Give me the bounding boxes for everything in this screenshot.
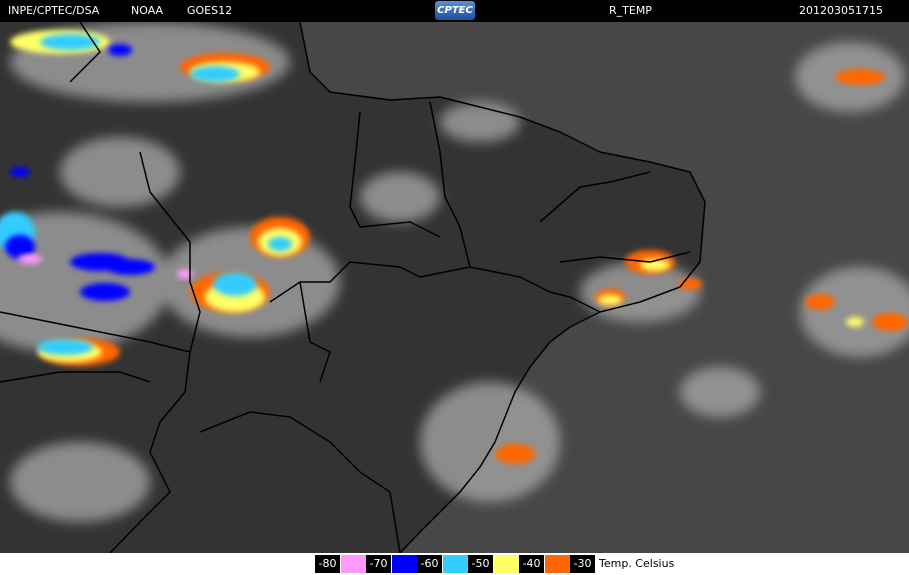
legend-swatch-4 — [494, 555, 519, 573]
infrared-satellite-map — [0, 22, 909, 553]
temperature-legend: -80 -70 -60 -50 -40 -30 Temp. Celsius — [0, 553, 909, 575]
satellite-label: GOES12 — [187, 4, 233, 17]
product-label: R_TEMP — [609, 4, 652, 17]
source-label: NOAA — [131, 4, 164, 17]
header-bar: INPE/CPTEC/DSA NOAA GOES12 CPTEC R_TEMP … — [0, 0, 909, 22]
legend-swatch-2 — [392, 555, 417, 573]
legend-value-minus70: -70 — [366, 555, 391, 573]
legend-value-minus50: -50 — [468, 555, 493, 573]
cptec-logo: CPTEC — [435, 1, 475, 20]
legend-value-minus80: -80 — [315, 555, 340, 573]
legend-value-minus30: -30 — [570, 555, 595, 573]
legend-value-minus40: -40 — [519, 555, 544, 573]
legend-value-minus60: -60 — [417, 555, 442, 573]
legend-swatch-1 — [341, 555, 366, 573]
agency-label: INPE/CPTEC/DSA — [8, 4, 100, 17]
satellite-image-viewer: INPE/CPTEC/DSA NOAA GOES12 CPTEC R_TEMP … — [0, 0, 909, 575]
legend-swatch-3 — [443, 555, 468, 573]
timestamp-label: 201203051715 — [799, 4, 883, 17]
legend-swatch-5 — [545, 555, 570, 573]
legend-unit-label: Temp. Celsius — [599, 557, 675, 570]
